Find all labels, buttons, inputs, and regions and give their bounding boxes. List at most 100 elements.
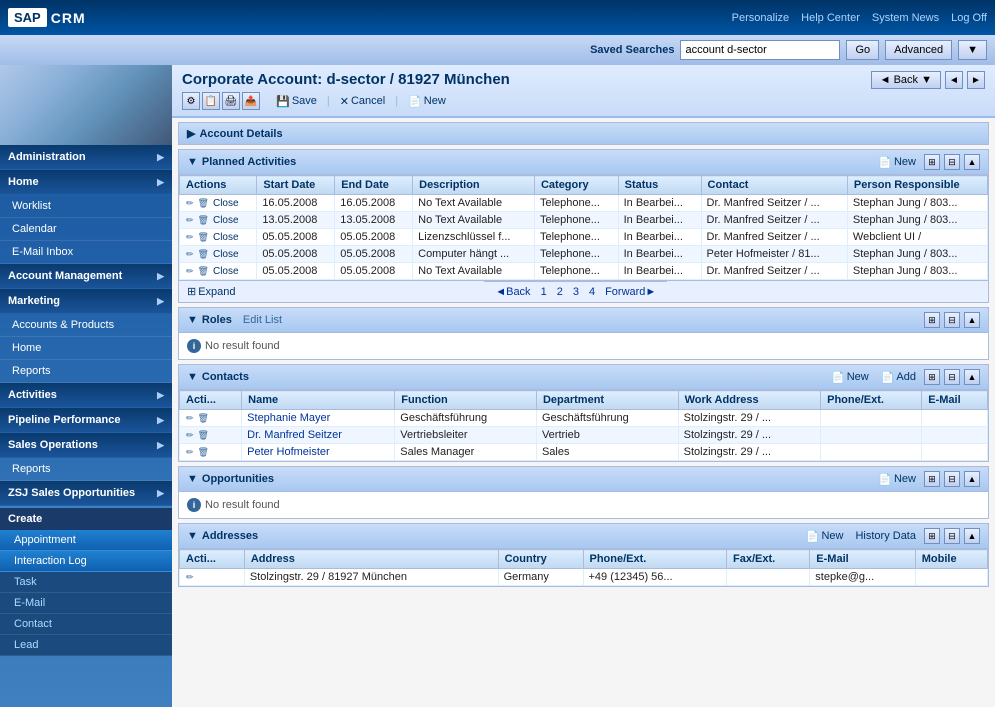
addresses-new-btn[interactable]: 📄 New <box>802 529 848 544</box>
delete-icon[interactable]: 🗑 <box>197 413 210 424</box>
delete-icon[interactable]: 🗑 <box>197 266 210 277</box>
contacts-header[interactable]: ▼ Contacts 📄 New 📄 Add ⊞ ⊟ ▲ <box>179 365 988 390</box>
roles-icon2[interactable]: ⊟ <box>944 312 960 328</box>
sidebar-item-pipeline[interactable]: Pipeline Performance ▶ <box>0 408 172 433</box>
clipboard-icon[interactable]: 📋 <box>202 92 220 110</box>
delete-icon[interactable]: 🗑 <box>197 447 210 458</box>
delete-icon[interactable]: 🗑 <box>197 232 210 243</box>
edit-icon[interactable]: ✏ <box>185 266 195 277</box>
page-3-link[interactable]: 3 <box>570 286 582 298</box>
planned-activities-header[interactable]: ▼ Planned Activities 📄 New ⊞ ⊟ ▲ <box>179 150 988 175</box>
delete-icon[interactable]: 🗑 <box>197 249 210 260</box>
contacts-add-btn[interactable]: 📄 Add <box>877 370 920 385</box>
back-button[interactable]: ◄ Back ▼ <box>871 71 941 89</box>
system-news-link[interactable]: System News <box>872 12 939 24</box>
settings-icon[interactable]: ⚙ <box>182 92 200 110</box>
edit-icon[interactable]: ✏ <box>185 215 195 226</box>
create-task[interactable]: Task <box>0 572 172 593</box>
expand-button[interactable]: ⊞ Expand <box>179 282 244 301</box>
account-details-header[interactable]: ▶ Account Details <box>179 123 988 144</box>
sidebar-item-reports1[interactable]: Reports <box>0 360 172 383</box>
close-link[interactable]: Close <box>212 215 240 226</box>
sidebar-item-account-management[interactable]: Account Management ▶ <box>0 264 172 289</box>
contacts-icon2[interactable]: ⊟ <box>944 369 960 385</box>
end-date: 13.05.2008 <box>335 212 413 229</box>
delete-icon[interactable]: 🗑 <box>197 215 210 226</box>
page-back-link[interactable]: ◄Back <box>492 286 533 298</box>
sidebar-item-calendar[interactable]: Calendar <box>0 218 172 241</box>
saved-searches-input[interactable] <box>680 40 840 60</box>
menu-button[interactable]: ▼ <box>958 40 987 60</box>
contact-name[interactable]: Dr. Manfred Seitzer <box>242 427 395 444</box>
edit-icon[interactable]: ✏ <box>185 232 195 243</box>
sidebar-item-zsj-sales[interactable]: ZSJ Sales Opportunities ▶ <box>0 481 172 506</box>
close-link[interactable]: Close <box>212 232 240 243</box>
print-icon[interactable]: 🖨 <box>222 92 240 110</box>
contacts-expand-icon[interactable]: ▲ <box>964 369 980 385</box>
opportunities-new-btn[interactable]: 📄 New <box>874 472 920 487</box>
sidebar-item-accounts-products[interactable]: Accounts & Products <box>0 314 172 337</box>
edit-icon[interactable]: ✏ <box>185 249 195 260</box>
opp-icon2[interactable]: ⊟ <box>944 471 960 487</box>
edit-icon[interactable]: ✏ <box>185 572 195 583</box>
addr-expand-icon[interactable]: ▲ <box>964 528 980 544</box>
edit-icon[interactable]: ✏ <box>185 447 195 458</box>
delete-icon[interactable]: 🗑 <box>197 198 210 209</box>
log-off-link[interactable]: Log Off <box>951 12 987 24</box>
sidebar-item-home2[interactable]: Home <box>0 337 172 360</box>
sidebar-item-reports2[interactable]: Reports <box>0 458 172 481</box>
close-link[interactable]: Close <box>212 266 240 277</box>
cancel-button[interactable]: ✕ Cancel <box>334 93 391 110</box>
page-2-link[interactable]: 2 <box>554 286 566 298</box>
new-button[interactable]: 📄 New <box>402 93 452 110</box>
addresses-header[interactable]: ▼ Addresses 📄 New History Data ⊞ ⊟ ▲ <box>179 524 988 549</box>
sidebar-item-administration[interactable]: Administration ▶ <box>0 145 172 170</box>
sidebar-item-email-inbox[interactable]: E-Mail Inbox <box>0 241 172 264</box>
nav-prev-icon[interactable]: ◄ <box>945 71 963 89</box>
page-1-link[interactable]: 1 <box>538 286 550 298</box>
contact-name[interactable]: Peter Hofmeister <box>242 444 395 461</box>
personalize-link[interactable]: Personalize <box>732 12 789 24</box>
page-forward-link[interactable]: Forward► <box>602 286 659 298</box>
sidebar-item-home1[interactable]: Home ▶ <box>0 170 172 195</box>
roles-header[interactable]: ▼ Roles Edit List ⊞ ⊟ ▲ <box>179 308 988 333</box>
opp-icon1[interactable]: ⊞ <box>924 471 940 487</box>
help-center-link[interactable]: Help Center <box>801 12 860 24</box>
opportunities-header[interactable]: ▼ Opportunities 📄 New ⊞ ⊟ ▲ <box>179 467 988 492</box>
nav-next-icon[interactable]: ► <box>967 71 985 89</box>
pa-icon2[interactable]: ⊟ <box>944 154 960 170</box>
delete-icon[interactable]: 🗑 <box>197 430 210 441</box>
close-link[interactable]: Close <box>212 249 240 260</box>
edit-list-link[interactable]: Edit List <box>243 314 282 326</box>
opp-expand-icon[interactable]: ▲ <box>964 471 980 487</box>
contacts-icon1[interactable]: ⊞ <box>924 369 940 385</box>
contacts-new-btn[interactable]: 📄 New <box>827 370 873 385</box>
roles-expand-icon[interactable]: ▲ <box>964 312 980 328</box>
pa-icon1[interactable]: ⊞ <box>924 154 940 170</box>
edit-icon[interactable]: ✏ <box>185 430 195 441</box>
roles-icon1[interactable]: ⊞ <box>924 312 940 328</box>
addresses-history-btn[interactable]: History Data <box>851 529 920 543</box>
sidebar-item-worklist[interactable]: Worklist <box>0 195 172 218</box>
edit-icon[interactable]: ✏ <box>185 413 195 424</box>
create-appointment[interactable]: Appointment <box>0 530 172 551</box>
advanced-button[interactable]: Advanced <box>885 40 952 60</box>
page-4-link[interactable]: 4 <box>586 286 598 298</box>
pa-expand-icon[interactable]: ▲ <box>964 154 980 170</box>
close-link[interactable]: Close <box>212 198 240 209</box>
create-email[interactable]: E-Mail <box>0 593 172 614</box>
create-lead[interactable]: Lead <box>0 635 172 656</box>
create-interaction-log[interactable]: Interaction Log <box>0 551 172 572</box>
save-button[interactable]: 💾 Save <box>270 93 323 110</box>
export-icon[interactable]: 📤 <box>242 92 260 110</box>
planned-activities-new-btn[interactable]: 📄 New <box>874 155 920 170</box>
go-button[interactable]: Go <box>846 40 879 60</box>
addr-icon2[interactable]: ⊟ <box>944 528 960 544</box>
sidebar-item-activities[interactable]: Activities ▶ <box>0 383 172 408</box>
edit-icon[interactable]: ✏ <box>185 198 195 209</box>
create-contact[interactable]: Contact <box>0 614 172 635</box>
contact-name[interactable]: Stephanie Mayer <box>242 410 395 427</box>
sidebar-item-sales-ops[interactable]: Sales Operations ▶ <box>0 433 172 458</box>
sidebar-item-marketing[interactable]: Marketing ▶ <box>0 289 172 314</box>
addr-icon1[interactable]: ⊞ <box>924 528 940 544</box>
